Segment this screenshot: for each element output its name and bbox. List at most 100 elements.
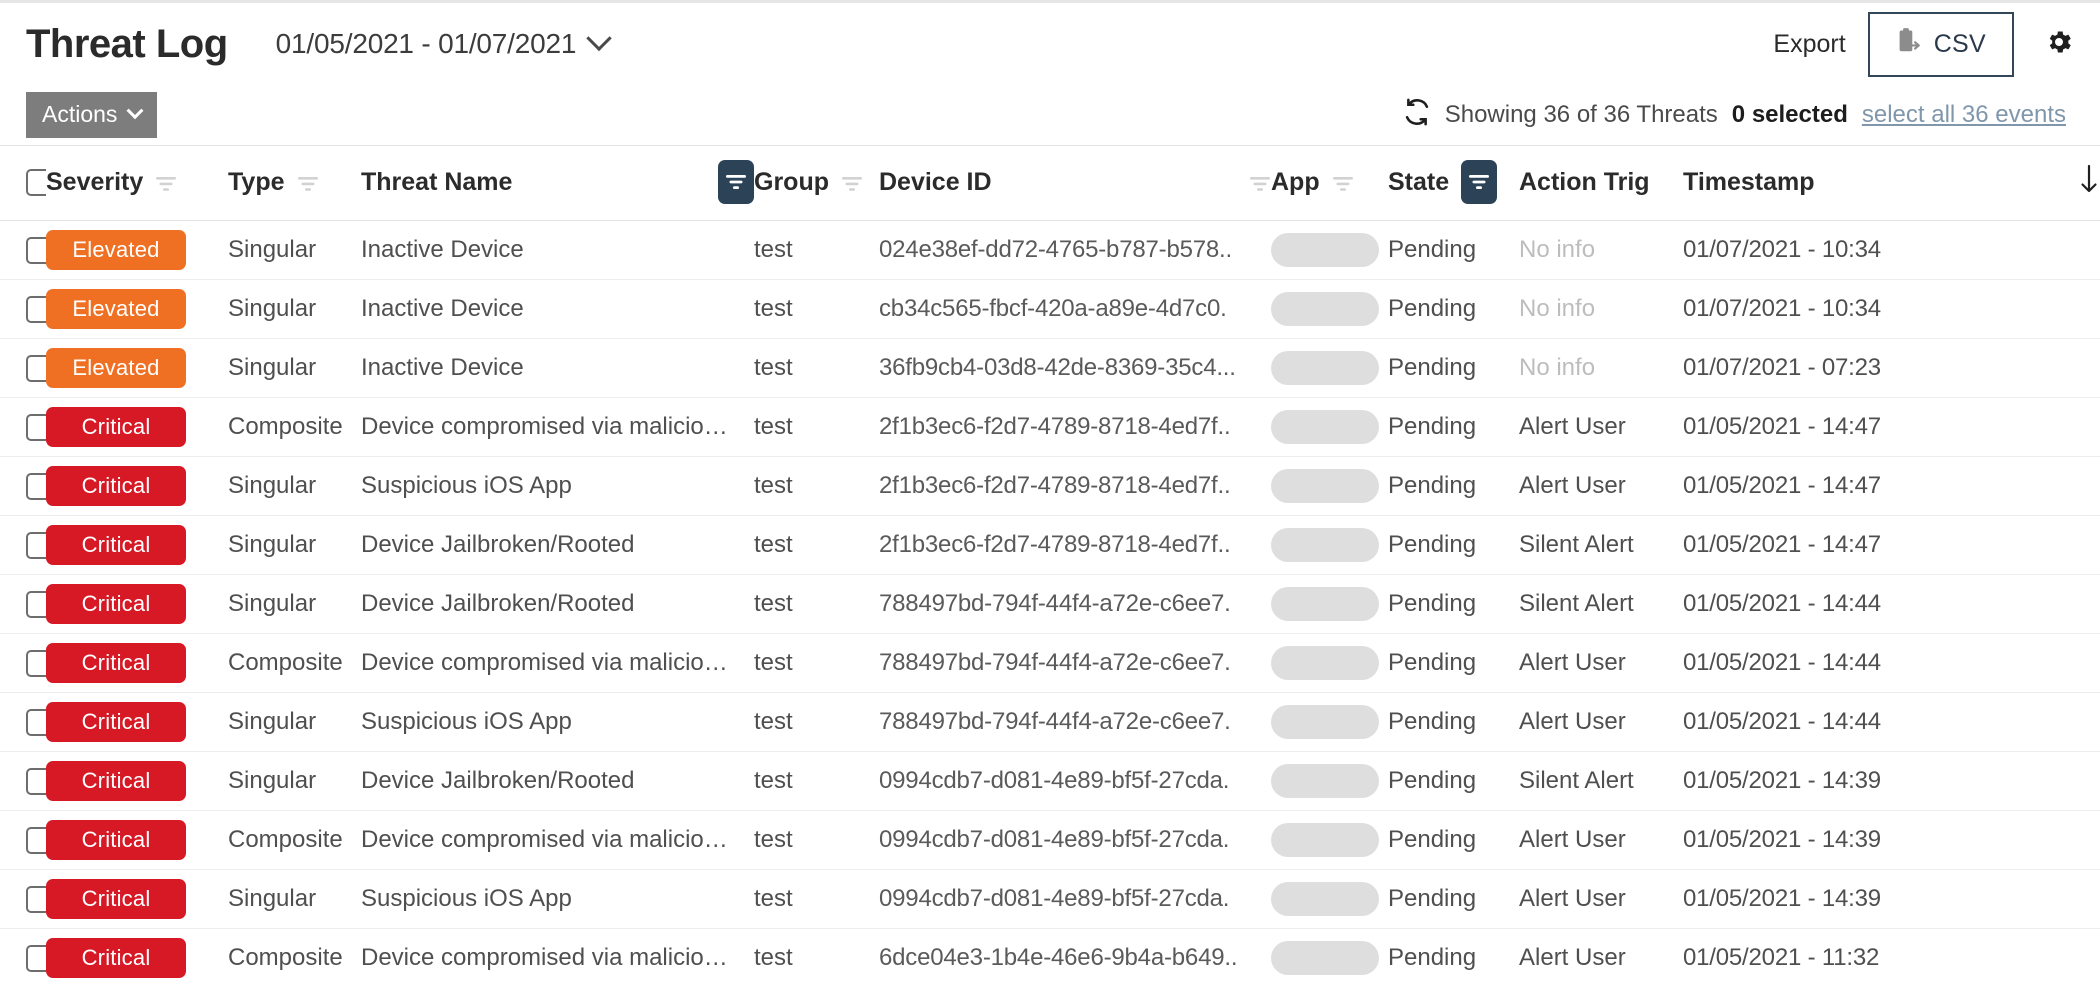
cell-severity: Critical [46,398,228,457]
column-group-label: Group [754,168,829,197]
cell-device-id: 024e38ef-dd72-4765-b787-b578.. [879,221,1271,280]
table-row[interactable]: ElevatedSingularInactive Devicetest36fb9… [0,339,2100,398]
table-row[interactable]: CriticalSingularSuspicious iOS Apptest78… [0,693,2100,752]
cell-threat-name: Device Jailbroken/Rooted [361,575,754,634]
filter-icon[interactable] [155,172,177,192]
cell-device-id: 2f1b3ec6-f2d7-4789-8718-4ed7f.. [879,516,1271,575]
cell-app [1271,811,1388,870]
table-row[interactable]: CriticalCompositeDevice compromised via … [0,398,2100,457]
cell-type: Singular [228,516,361,575]
cell-device-id: 0994cdb7-d081-4e89-bf5f-27cda. [879,811,1271,870]
cell-action-triggered: Alert User [1519,457,1683,516]
cell-device-id: 6dce04e3-1b4e-46e6-9b4a-b649.. [879,929,1271,988]
severity-badge: Critical [46,407,186,447]
redacted-app-value [1271,351,1379,385]
column-timestamp: Timestamp [1683,146,2100,221]
table-row[interactable]: CriticalSingularDevice Jailbroken/Rooted… [0,752,2100,811]
table-row[interactable]: CriticalSingularDevice Jailbroken/Rooted… [0,516,2100,575]
cell-app [1271,575,1388,634]
redacted-app-value [1271,882,1379,916]
table-row[interactable]: CriticalCompositeDevice compromised via … [0,929,2100,988]
select-all-events-link[interactable]: select all 36 events [1862,101,2066,129]
column-app: App [1271,146,1388,221]
cell-threat-name: Inactive Device [361,221,754,280]
row-checkbox[interactable] [26,296,46,323]
row-select-cell [0,221,46,280]
cell-severity: Critical [46,693,228,752]
cell-type: Composite [228,634,361,693]
cell-type: Singular [228,221,361,280]
status-showing-text: Showing 36 of 36 Threats [1445,101,1718,129]
cell-app [1271,339,1388,398]
cell-state: Pending [1388,516,1519,575]
filter-icon[interactable] [297,172,319,192]
table-row[interactable]: ElevatedSingularInactive Devicetestcb34c… [0,280,2100,339]
select-all-checkbox[interactable] [26,169,46,196]
row-checkbox[interactable] [26,414,46,441]
cell-app [1271,634,1388,693]
table-row[interactable]: CriticalCompositeDevice compromised via … [0,811,2100,870]
cell-severity: Critical [46,811,228,870]
column-state: State [1388,146,1519,221]
cell-action-triggered: No info [1519,280,1683,339]
table-row[interactable]: CriticalSingularDevice Jailbroken/Rooted… [0,575,2100,634]
redacted-app-value [1271,410,1379,444]
severity-badge: Critical [46,643,186,683]
threat-log-page: Threat Log 01/05/2021 - 01/07/2021 Expor… [0,0,2100,996]
row-checkbox[interactable] [26,945,46,972]
table-row[interactable]: ElevatedSingularInactive Devicetest024e3… [0,221,2100,280]
table-row[interactable]: CriticalSingularSuspicious iOS Apptest09… [0,870,2100,929]
cell-severity: Elevated [46,339,228,398]
table-row[interactable]: Critical CompositeDevice compromised via … [0,634,2100,693]
cell-app [1271,929,1388,988]
cell-state: Pending [1388,634,1519,693]
row-checkbox[interactable] [26,768,46,795]
cell-state: Pending [1388,870,1519,929]
cell-threat-name: Suspicious iOS App [361,870,754,929]
refresh-icon[interactable] [1403,98,1431,133]
date-range-selector[interactable]: 01/05/2021 - 01/07/2021 [276,28,609,60]
cell-timestamp: 01/07/2021 - 07:23 [1683,339,2100,398]
cell-type: Singular [228,457,361,516]
severity-badge: Elevated [46,289,186,329]
filter-icon-active[interactable] [1461,160,1497,204]
cell-state: Pending [1388,339,1519,398]
cell-app [1271,221,1388,280]
redacted-app-value [1271,292,1379,326]
row-checkbox[interactable] [26,532,46,559]
filter-icon[interactable] [1332,172,1354,192]
column-timestamp-label: Timestamp [1683,168,1815,197]
row-checkbox[interactable] [26,650,46,677]
cell-action-triggered: Alert User [1519,398,1683,457]
filter-icon[interactable] [1249,172,1271,192]
cell-device-id: 0994cdb7-d081-4e89-bf5f-27cda. [879,752,1271,811]
row-checkbox[interactable] [26,709,46,736]
cell-threat-name: Device compromised via malicio… [361,811,754,870]
table-row[interactable]: CriticalSingularSuspicious iOS Apptest2f… [0,457,2100,516]
cell-action-triggered: Silent Alert [1519,516,1683,575]
row-checkbox[interactable] [26,886,46,913]
filter-icon-active[interactable] [718,160,754,204]
cell-severity: Critical [46,575,228,634]
row-checkbox[interactable] [26,827,46,854]
export-csv-button[interactable]: CSV [1868,12,2014,77]
row-checkbox[interactable] [26,591,46,618]
cell-group: test [754,457,879,516]
cell-state: Pending [1388,929,1519,988]
cell-state: Pending [1388,398,1519,457]
actions-button[interactable]: Actions [26,92,157,138]
row-checkbox[interactable] [26,473,46,500]
sort-descending-icon[interactable] [2078,163,2100,202]
settings-button[interactable] [2044,27,2074,62]
redacted-app-value [1271,646,1379,680]
column-device-id-label: Device ID [879,168,992,197]
cell-severity: Elevated [46,280,228,339]
redacted-app-value [1271,233,1379,267]
row-checkbox[interactable] [26,237,46,264]
cell-threat-name: Device compromised via malicio… [361,634,754,693]
cell-type: Singular [228,870,361,929]
row-select-cell [0,929,46,988]
cell-type: Singular [228,693,361,752]
row-checkbox[interactable] [26,355,46,382]
filter-icon[interactable] [841,172,863,192]
